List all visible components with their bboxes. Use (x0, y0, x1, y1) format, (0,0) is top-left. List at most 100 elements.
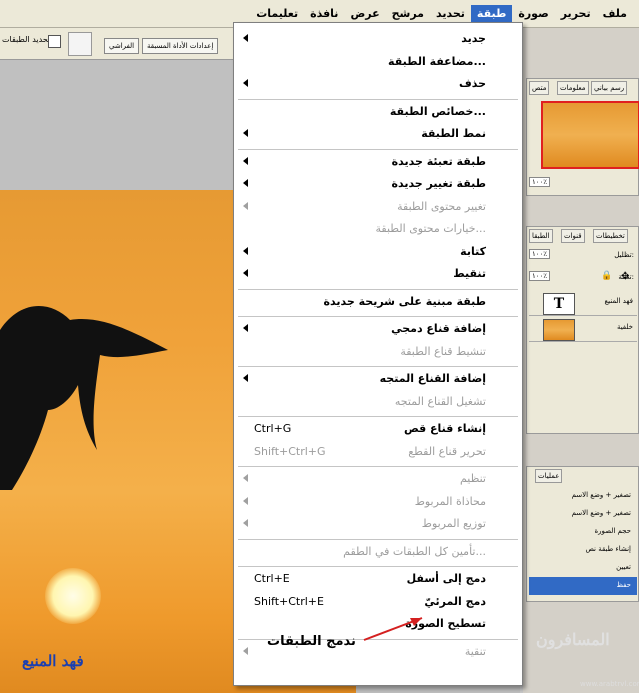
navigator-tab-0[interactable]: رسم بياني (591, 81, 628, 95)
layer-row[interactable]: خلفية (529, 317, 637, 342)
select-layers-label: تحديد الطبقات (2, 35, 51, 44)
actions-tab[interactable]: عمليات (535, 469, 563, 483)
opacity-label: تظليل: (614, 251, 634, 259)
submenu-arrow-icon (243, 519, 248, 527)
shortcut-label: Ctrl+G (254, 422, 292, 435)
menu-item-3[interactable]: طبقة (470, 5, 513, 22)
menu-item-0[interactable]: ملف (597, 5, 633, 22)
action-row[interactable]: حجم الصورة (529, 523, 637, 541)
shortcut-label: Shift+Ctrl+G (254, 444, 326, 458)
submenu-arrow-icon (243, 324, 248, 332)
layer-menu-item-19[interactable]: محاذاة المربوط (234, 492, 522, 512)
image-layer-thumbnail (543, 319, 575, 341)
navigator-thumbnail[interactable] (541, 101, 639, 169)
sun-glow (45, 568, 101, 624)
layer-menu-item-label: تنقيط (453, 267, 486, 280)
layer-menu-item-18[interactable]: تنظيم (234, 469, 522, 489)
action-label: تصغير + وضع الاسم (571, 491, 631, 499)
tool-preset-icon[interactable] (68, 32, 92, 56)
layer-menu-item-16[interactable]: إنشاء قناع قص Ctrl+G (234, 419, 522, 439)
action-row[interactable]: إنشاء طبقة نص (529, 541, 637, 559)
action-row[interactable]: تصغير + وضع الاسم (529, 487, 637, 505)
layer-menu-item-21[interactable]: تأمين كل الطبقات في الطقم... (234, 542, 522, 562)
layers-tab-1[interactable]: قنوات (561, 229, 585, 243)
menu-item-8[interactable]: تعليمات (250, 5, 304, 22)
layer-menu-item-label: خصائص الطبقة... (389, 104, 486, 118)
action-row[interactable]: تعيين (529, 559, 637, 577)
layer-menu-item-9[interactable]: كتابة (234, 242, 522, 262)
menu-item-7[interactable]: نافذة (304, 5, 344, 22)
layers-tabs: تخطيطات قنوات الطبقا (527, 227, 638, 243)
navigator-tab-2[interactable]: متص (529, 81, 550, 95)
layers-tab-0[interactable]: تخطيطات (593, 229, 628, 243)
layer-menu-item-12[interactable]: إضافة قناع دمجي (234, 319, 522, 339)
layer-menu-item-label: دمج المرئيّ (424, 594, 486, 608)
layer-menu-item-13[interactable]: تنشيط قناع الطبقة (234, 342, 522, 362)
layer-menu-item-label: إضافة القناع المتجه (379, 372, 486, 385)
layer-menu-item-label: إضافة قناع دمجي (391, 322, 486, 335)
layer-menu-item-4[interactable]: نمط الطبقة (234, 124, 522, 144)
submenu-arrow-icon (243, 34, 248, 42)
layer-menu-item-20[interactable]: توزيع المربوط (234, 514, 522, 534)
move-lock-icon[interactable]: ✥ (621, 271, 629, 282)
layer-menu-item-22[interactable]: دمج إلى أسفل Ctrl+E (234, 569, 522, 589)
menu-separator (238, 566, 518, 567)
layer-menu-item-label: تشغيل القناع المتجه (394, 394, 486, 408)
annotation-text: ندمج الطبقات (267, 634, 356, 649)
layer-menu-item-label: خيارات محتوى الطبقة... (375, 222, 486, 235)
submenu-arrow-icon (243, 474, 248, 482)
menu-separator (238, 416, 518, 417)
navigator-tab-1[interactable]: معلومات (557, 81, 589, 95)
layer-menu-item-label: طبقة مبنية على شريحة جديدة (323, 294, 487, 308)
layer-menu-item-label: كتابة (460, 244, 486, 258)
layer-menu-item-14[interactable]: إضافة القناع المتجه (234, 369, 522, 389)
layer-menu-item-0[interactable]: جديد (234, 29, 522, 49)
layer-menu-item-label: تنظيم (459, 472, 486, 485)
layer-menu-item-label: تنشيط قناع الطبقة (400, 344, 486, 358)
layer-menu-item-8[interactable]: خيارات محتوى الطبقة... (234, 219, 522, 239)
opacity-value[interactable]: ١٠٠٪ (529, 249, 551, 259)
menu-separator (238, 366, 518, 367)
layer-menu-item-label: دمج إلى أسفل (406, 572, 486, 585)
layers-tab-2[interactable]: الطبقا (529, 229, 553, 243)
menu-item-4[interactable]: تحديد (430, 5, 471, 22)
layer-menu-item-2[interactable]: حذف (234, 74, 522, 94)
submenu-arrow-icon (243, 201, 248, 210)
menu-item-1[interactable]: تحرير (555, 5, 597, 22)
layer-menu-item-label: محاذاة المربوط (414, 494, 486, 508)
navigator-zoom[interactable]: ١٠٠٪ (529, 177, 551, 187)
action-row[interactable]: حفظ (529, 577, 637, 595)
layer-menu-item-7[interactable]: تغيير محتوى الطبقة (234, 197, 522, 217)
submenu-arrow-icon (243, 269, 248, 277)
select-layers-checkbox[interactable] (48, 35, 61, 48)
navigator-panel: رسم بياني معلومات متص ١٠٠٪ (526, 78, 639, 196)
menu-item-2[interactable]: صورة (512, 5, 554, 22)
brushes-tab[interactable]: الفراشي (104, 38, 140, 54)
layer-menu-item-11[interactable]: طبقة مبنية على شريحة جديدة (234, 292, 522, 312)
action-label: حجم الصورة (594, 527, 631, 535)
lock-icon[interactable]: 🔒 (601, 271, 612, 281)
layer-menu-item-1[interactable]: مضاعفة الطبقة... (234, 52, 522, 72)
layer-name: فهد المنيع (604, 297, 633, 305)
menu-item-5[interactable]: مرشح (386, 5, 430, 22)
menu-item-6[interactable]: عرض (344, 5, 385, 22)
layer-menu-item-10[interactable]: تنقيط (234, 264, 522, 284)
fill-value[interactable]: ١٠٠٪ (529, 271, 551, 281)
submenu-arrow-icon (243, 79, 248, 87)
layer-menu-item-23[interactable]: دمج المرئيّ Shift+Ctrl+E (234, 592, 522, 612)
navigator-tabs: رسم بياني معلومات متص (527, 79, 638, 95)
layer-menu-item-15[interactable]: تشغيل القناع المتجه (234, 392, 522, 412)
layer-menu-item-6[interactable]: طبقة تغيير جديدة (234, 174, 522, 194)
layer-menu-item-17[interactable]: تحرير قناع القطع Shift+Ctrl+G (234, 442, 522, 462)
action-label: تصغير + وضع الاسم (571, 509, 631, 517)
layer-menu-item-5[interactable]: طبقة تعبئة جديدة (234, 152, 522, 172)
action-row[interactable]: تصغير + وضع الاسم (529, 505, 637, 523)
tool-presets-tab[interactable]: إعدادات الأداة المسبقة (142, 38, 219, 54)
layer-row[interactable]: T فهد المنيع (529, 291, 637, 316)
layer-menu-item-3[interactable]: خصائص الطبقة... (234, 102, 522, 122)
actions-panel: عمليات تصغير + وضع الاسم تصغير + وضع الاس… (526, 466, 639, 602)
layers-panel: تخطيطات قنوات الطبقا تظليل: ١٠٠٪ تعبئة: ١٠… (526, 226, 639, 434)
watermark-text: فهد المنيع (22, 652, 84, 670)
shortcut-label: Shift+Ctrl+E (254, 594, 324, 608)
menu-bar-items: ملف تحرير صورة طبقة تحديد مرشح عرض نافذة تعليمات (250, 5, 633, 22)
